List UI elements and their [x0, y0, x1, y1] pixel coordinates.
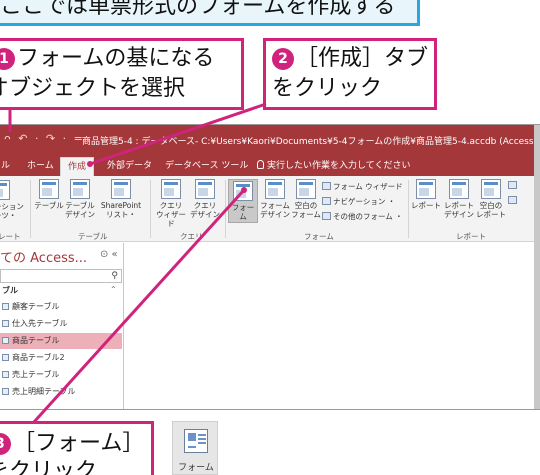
arrow-dot-create-tab	[87, 161, 93, 167]
arrow-to-create-tab	[89, 102, 267, 166]
arrow-dot-form-button	[241, 187, 247, 193]
callout-arrows	[8, 102, 267, 424]
arrow-to-form-button	[32, 188, 246, 424]
